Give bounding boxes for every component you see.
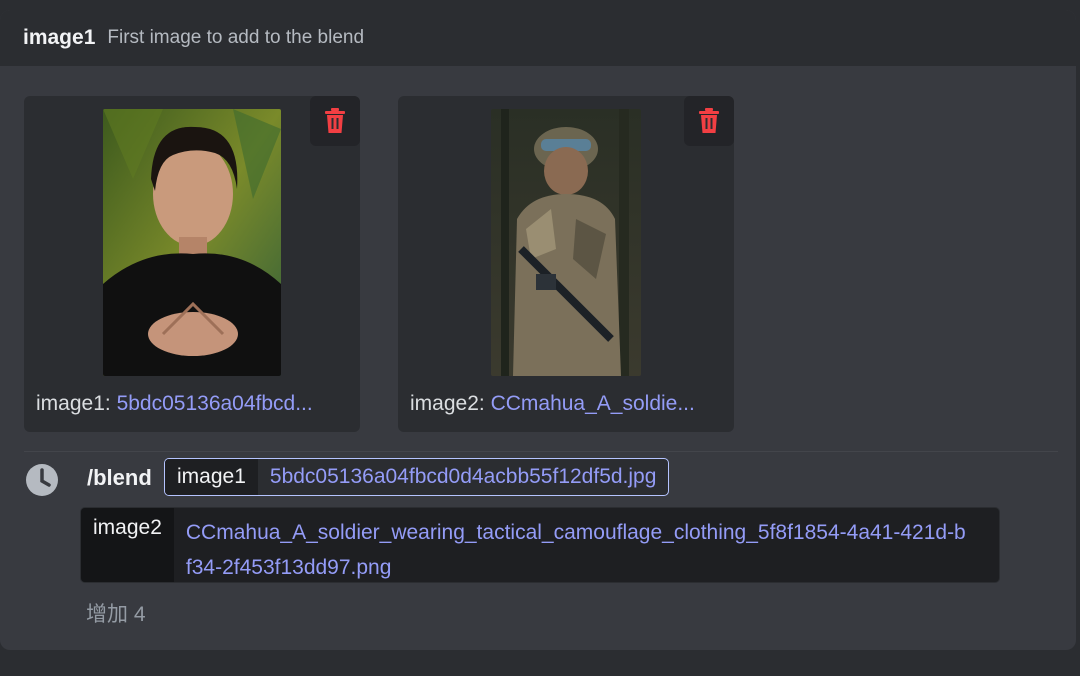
more-options-button[interactable]: 增加 4 — [86, 598, 146, 628]
option-image2-value[interactable]: CCmahua_A_soldier_wearing_tactical_camou… — [174, 508, 978, 582]
option-hint-description: First image to add to the blend — [107, 27, 365, 48]
clock-icon — [26, 464, 58, 496]
divider — [24, 451, 1058, 452]
option-image1[interactable]: image1 5bdc05136a04fbcd0d4acbb55f12df5d.… — [164, 458, 670, 496]
attachment-card-image2[interactable]: image2: CCmahua_A_soldie... — [398, 96, 734, 432]
image2-thumbnail[interactable] — [491, 109, 641, 376]
attachment-card-image1[interactable]: image1: 5bdc05136a04fbcd... — [24, 96, 360, 432]
option-image1-value[interactable]: 5bdc05136a04fbcd0d4acbb55f12df5d.jpg — [258, 459, 669, 495]
trash-icon — [699, 108, 719, 133]
delete-image2-button[interactable] — [684, 96, 734, 146]
trash-icon — [325, 108, 345, 133]
option-hint-bar: image1 First image to add to the blend — [0, 10, 1076, 66]
option-image2-key: image2 — [81, 508, 174, 582]
option-image1-key: image1 — [165, 459, 258, 495]
delete-image1-button[interactable] — [310, 96, 360, 146]
image1-thumbnail[interactable] — [103, 109, 281, 376]
image2-filename-label: image2: CCmahua_A_soldie... — [410, 392, 695, 415]
image1-filename-label: image1: 5bdc05136a04fbcd... — [36, 392, 313, 415]
command-name: /blend — [87, 465, 152, 490]
option-hint-name: image1 — [23, 26, 96, 49]
option-image2[interactable]: image2 CCmahua_A_soldier_wearing_tactica… — [80, 507, 1000, 583]
